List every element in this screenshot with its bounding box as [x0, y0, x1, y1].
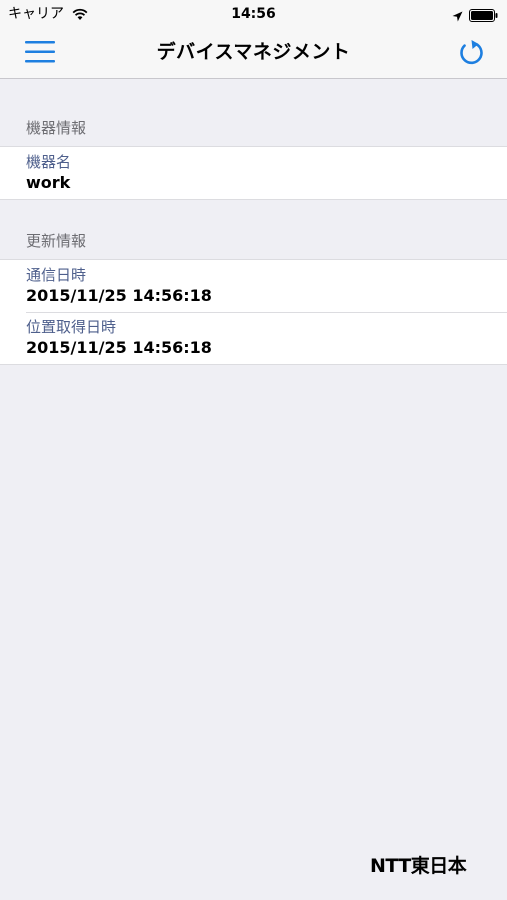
- status-bar: キャリア 14:56: [0, 0, 507, 28]
- refresh-button[interactable]: [456, 38, 488, 68]
- ntt-east-logo: NTT東日本: [370, 855, 467, 877]
- device-name-label: 機器名: [26, 153, 72, 171]
- communication-time-value: 2015/11/25 14:56:18: [26, 286, 212, 305]
- location-time-label: 位置取得日時: [26, 318, 117, 336]
- status-time: 14:56: [231, 6, 276, 22]
- navigation-bar: デバイスマネジメント: [0, 28, 507, 79]
- section-header-update-info: 更新情報: [26, 232, 87, 250]
- location-time-row: 位置取得日時 2015/11/25 14:56:18: [0, 312, 507, 364]
- location-time-value: 2015/11/25 14:56:18: [26, 338, 212, 357]
- device-name-row: 機器名 work: [0, 147, 507, 199]
- section-header-device-info: 機器情報: [26, 119, 87, 137]
- refresh-icon: [460, 40, 483, 65]
- device-info-group: 機器名 work: [0, 146, 507, 200]
- device-name-value: work: [26, 173, 71, 192]
- update-info-group: 通信日時 2015/11/25 14:56:18 位置取得日時 2015/11/…: [0, 259, 507, 365]
- device-management-screen: キャリア 14:56 デバイスマネジメント 機器情報 機器名 work 更新情報…: [0, 0, 507, 900]
- location-arrow-icon: [452, 7, 463, 26]
- page-title: デバイスマネジメント: [156, 41, 351, 63]
- communication-time-label: 通信日時: [26, 266, 87, 284]
- communication-time-row: 通信日時 2015/11/25 14:56:18: [0, 260, 507, 312]
- battery-icon: [469, 7, 499, 26]
